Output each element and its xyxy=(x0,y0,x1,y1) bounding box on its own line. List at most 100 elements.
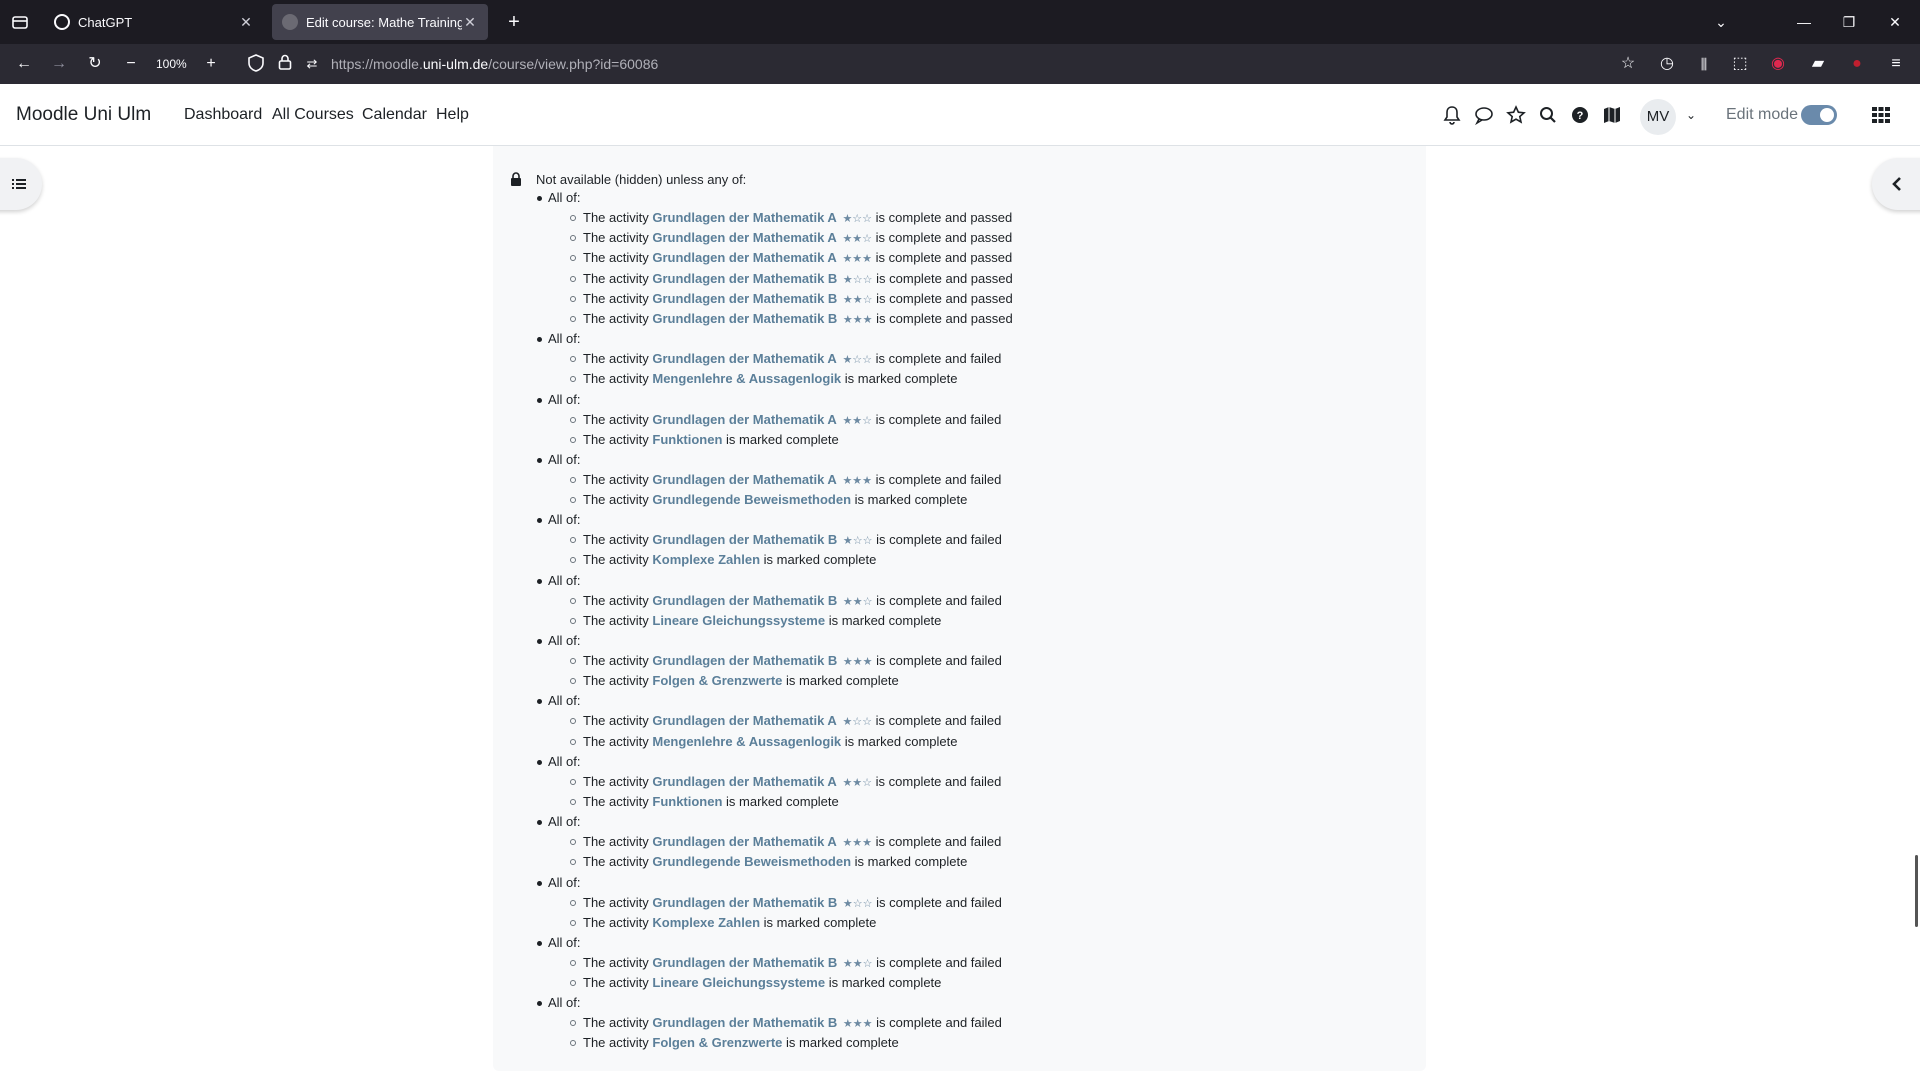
activity-link[interactable]: Lineare Gleichungssysteme xyxy=(652,613,825,628)
chevron-down-icon[interactable]: ⌄ xyxy=(1680,104,1702,126)
map-icon[interactable] xyxy=(1601,104,1623,126)
condition-item: The activity Folgen & Grenzwerte is mark… xyxy=(536,1033,1396,1053)
activity-link[interactable]: Folgen & Grenzwerte xyxy=(652,673,782,688)
difficulty-stars: ★☆☆ xyxy=(842,273,873,286)
reload-icon[interactable]: ↻ xyxy=(85,54,105,74)
condition-suffix: is marked complete xyxy=(844,371,958,387)
condition-item: The activity Lineare Gleichungssysteme i… xyxy=(536,611,1396,631)
activity-link[interactable]: Grundlagen der Mathematik A xyxy=(652,412,836,427)
zoom-level[interactable]: 100% xyxy=(156,54,187,74)
activity-link[interactable]: Grundlegende Beweismethoden xyxy=(652,854,851,869)
activity-link[interactable]: Grundlagen der Mathematik A xyxy=(652,210,836,225)
course-index-toggle[interactable] xyxy=(0,158,42,210)
activity-link[interactable]: Grundlagen der Mathematik B xyxy=(652,593,837,608)
edit-mode-label: Edit mode xyxy=(1726,106,1799,123)
browser-tab-bar: ChatGPT ✕ Edit course: Mathe Training | … xyxy=(0,0,1920,44)
restore-icon[interactable]: ❐ xyxy=(1839,12,1859,32)
chevron-left-icon xyxy=(1892,177,1901,191)
activity-link[interactable]: Grundlagen der Mathematik A xyxy=(652,351,836,366)
nav-calendar[interactable]: Calendar xyxy=(362,106,427,124)
notifications-bell-icon[interactable] xyxy=(1441,104,1463,126)
condition-prefix: The activity xyxy=(583,431,649,447)
forward-icon[interactable]: → xyxy=(49,54,69,74)
nav-help[interactable]: Help xyxy=(436,106,469,124)
group-label: All of: xyxy=(536,752,1396,772)
condition-suffix: is complete and failed xyxy=(876,954,1002,970)
activity-link[interactable]: Grundlagen der Mathematik B xyxy=(652,532,837,547)
zoom-in-icon[interactable]: + xyxy=(201,54,221,74)
shield-icon[interactable] xyxy=(246,54,266,74)
condition-suffix: is marked complete xyxy=(844,733,958,749)
activity-link[interactable]: Folgen & Grenzwerte xyxy=(652,1035,782,1050)
search-icon[interactable] xyxy=(1537,104,1559,126)
nav-all-courses[interactable]: All Courses xyxy=(272,106,354,124)
activity-link[interactable]: Grundlagen der Mathematik A xyxy=(652,250,836,265)
extension-icon[interactable]: ▰ xyxy=(1808,54,1828,74)
condition-item: The activity Funktionen is marked comple… xyxy=(536,792,1396,812)
activity-link[interactable]: Mengenlehre & Aussagenlogik xyxy=(652,734,841,749)
activity-link[interactable]: Grundlagen der Mathematik B xyxy=(652,895,837,910)
activity-link[interactable]: Funktionen xyxy=(652,432,722,447)
url-bar[interactable]: https://moodle.uni-ulm.de/course/view.ph… xyxy=(331,54,658,74)
activity-link[interactable]: Komplexe Zahlen xyxy=(652,552,760,567)
activity-link[interactable]: Grundlagen der Mathematik B xyxy=(652,955,837,970)
condition-item: The activity Grundlagen der Mathematik B… xyxy=(536,953,1396,973)
history-icon[interactable]: ◷ xyxy=(1657,54,1677,74)
bookmark-star-icon[interactable]: ☆ xyxy=(1618,54,1638,74)
activity-link[interactable]: Grundlagen der Mathematik A xyxy=(652,713,836,728)
activity-link[interactable]: Komplexe Zahlen xyxy=(652,915,760,930)
activity-link[interactable]: Grundlagen der Mathematik A xyxy=(652,834,836,849)
close-window-icon[interactable]: ✕ xyxy=(1885,12,1905,32)
block-drawer-toggle[interactable] xyxy=(1872,158,1920,210)
group-label: All of: xyxy=(536,812,1396,832)
lock-icon xyxy=(511,172,521,186)
condition-item: The activity Mengenlehre & Aussagenlogik… xyxy=(536,732,1396,752)
condition-prefix: The activity xyxy=(583,492,649,508)
activity-link[interactable]: Funktionen xyxy=(652,794,722,809)
close-tab-icon[interactable]: ✕ xyxy=(462,14,478,30)
activity-link[interactable]: Grundlegende Beweismethoden xyxy=(652,492,851,507)
tab-edit-course[interactable]: Edit course: Mathe Training | Mo ✕ xyxy=(272,4,488,40)
condition-suffix: is complete and passed xyxy=(876,310,1013,326)
messages-icon[interactable] xyxy=(1473,104,1495,126)
edit-mode-toggle[interactable] xyxy=(1801,105,1837,125)
lock-icon[interactable] xyxy=(275,54,295,74)
nav-dashboard[interactable]: Dashboard xyxy=(184,106,262,124)
site-brand[interactable]: Moodle Uni Ulm xyxy=(16,104,151,126)
activity-link[interactable]: Grundlagen der Mathematik B xyxy=(652,653,837,668)
library-icon[interactable]: ⫼ xyxy=(1694,54,1714,74)
activity-link[interactable]: Grundlagen der Mathematik B xyxy=(652,1015,837,1030)
difficulty-stars: ★★★ xyxy=(842,474,873,487)
user-avatar[interactable]: MV xyxy=(1640,99,1676,135)
new-tab-icon[interactable]: + xyxy=(504,12,524,32)
back-icon[interactable]: ← xyxy=(14,54,34,74)
list-icon xyxy=(12,179,26,189)
list-all-tabs-icon[interactable]: ⌄ xyxy=(1711,12,1731,32)
activity-link[interactable]: Grundlagen der Mathematik A xyxy=(652,230,836,245)
starred-icon[interactable] xyxy=(1505,104,1527,126)
activity-link[interactable]: Mengenlehre & Aussagenlogik xyxy=(652,371,841,386)
help-circle-icon[interactable]: ? xyxy=(1569,104,1591,126)
activity-link[interactable]: Grundlagen der Mathematik B xyxy=(652,271,837,286)
menu-icon[interactable]: ≡ xyxy=(1886,54,1906,74)
activity-link[interactable]: Grundlagen der Mathematik A xyxy=(652,774,836,789)
site-permissions-icon[interactable]: ⇄ xyxy=(302,54,322,74)
tab-chatgpt[interactable]: ChatGPT ✕ xyxy=(44,4,264,40)
app-grid-icon[interactable] xyxy=(1870,104,1892,126)
condition-prefix: The activity xyxy=(583,270,649,286)
activity-link[interactable]: Grundlagen der Mathematik B xyxy=(652,291,837,306)
extensions-icon[interactable]: ⬚ xyxy=(1730,54,1750,74)
ublock-icon[interactable]: ● xyxy=(1847,54,1867,74)
activity-link[interactable]: Grundlagen der Mathematik A xyxy=(652,472,836,487)
tab-list-icon[interactable] xyxy=(10,12,30,32)
zoom-out-icon[interactable]: − xyxy=(121,54,141,74)
extension-badge-icon[interactable]: ◉ xyxy=(1768,54,1788,74)
page-scrollbar[interactable] xyxy=(1915,855,1918,927)
minimize-icon[interactable]: — xyxy=(1794,12,1814,32)
condition-item: The activity Grundlagen der Mathematik A… xyxy=(536,772,1396,792)
condition-item: The activity Grundlagen der Mathematik B… xyxy=(536,309,1396,329)
activity-link[interactable]: Lineare Gleichungssysteme xyxy=(652,975,825,990)
condition-suffix: is complete and passed xyxy=(876,290,1013,306)
close-tab-icon[interactable]: ✕ xyxy=(238,14,254,30)
activity-link[interactable]: Grundlagen der Mathematik B xyxy=(652,311,837,326)
